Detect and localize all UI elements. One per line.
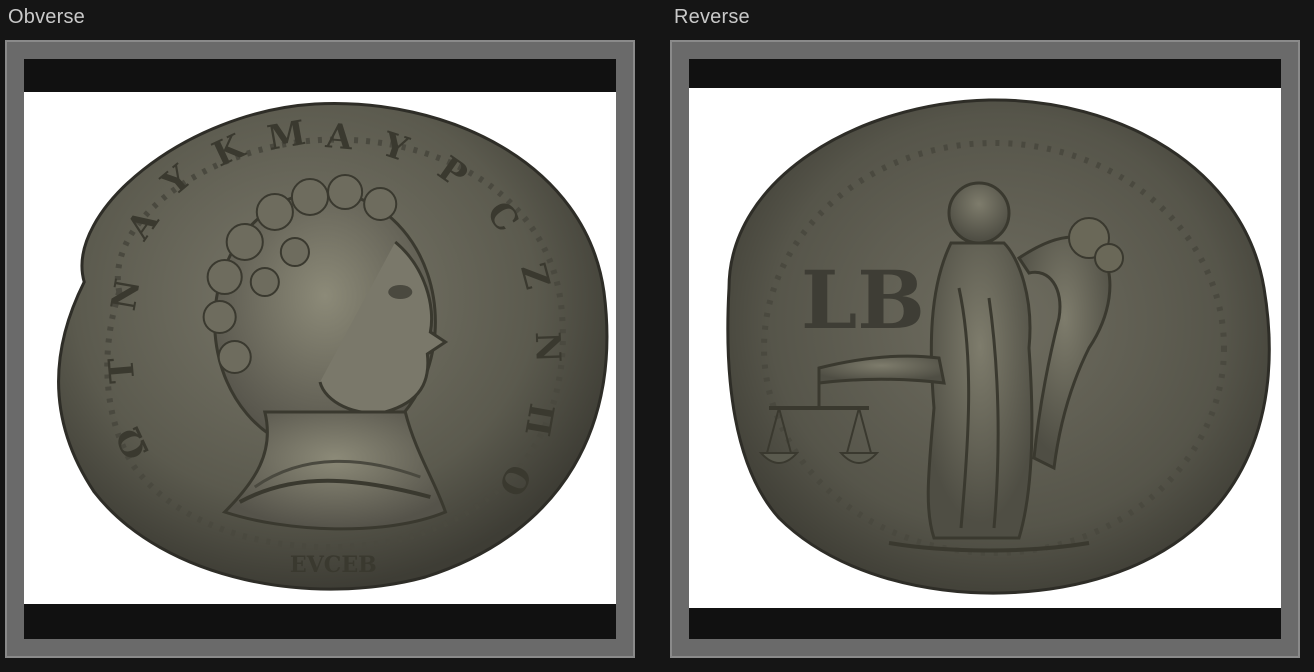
obverse-panel: Obverse Α Υ Κ Μ Α Υ Ρ C Ζ Ν Π Ο Ν Τ Ω ΕV… <box>0 0 640 672</box>
reverse-panel: Reverse LB <box>666 0 1306 672</box>
reverse-label: Reverse <box>674 6 750 28</box>
reverse-frame: LB <box>670 40 1300 658</box>
obverse-frame: Α Υ Κ Μ Α Υ Ρ C Ζ Ν Π Ο Ν Τ Ω ΕVCΕΒ <box>5 40 635 658</box>
coin-reverse-photo[interactable]: LB <box>689 88 1281 608</box>
svg-text:Π: Π <box>516 400 561 439</box>
obverse-exergue-text: ΕVCΕΒ <box>290 552 377 578</box>
svg-text:Α: Α <box>323 116 354 158</box>
reverse-field-letters: LB <box>801 253 925 347</box>
svg-text:Τ: Τ <box>101 356 143 385</box>
svg-text:Ν: Ν <box>527 331 568 363</box>
reverse-image-container[interactable]: LB <box>689 59 1281 639</box>
coin-obverse-photo[interactable]: Α Υ Κ Μ Α Υ Ρ C Ζ Ν Π Ο Ν Τ Ω ΕVCΕΒ <box>24 92 616 604</box>
coin-standing-figure-scales-icon: LB <box>726 98 1271 595</box>
svg-text:Μ: Μ <box>264 113 308 159</box>
coin-laureate-bust-icon: Α Υ Κ Μ Α Υ Ρ C Ζ Ν Π Ο Ν Τ Ω ΕVCΕΒ <box>57 101 609 591</box>
obverse-image-container[interactable]: Α Υ Κ Μ Α Υ Ρ C Ζ Ν Π Ο Ν Τ Ω ΕVCΕΒ <box>24 59 616 639</box>
obverse-label: Obverse <box>8 6 85 28</box>
